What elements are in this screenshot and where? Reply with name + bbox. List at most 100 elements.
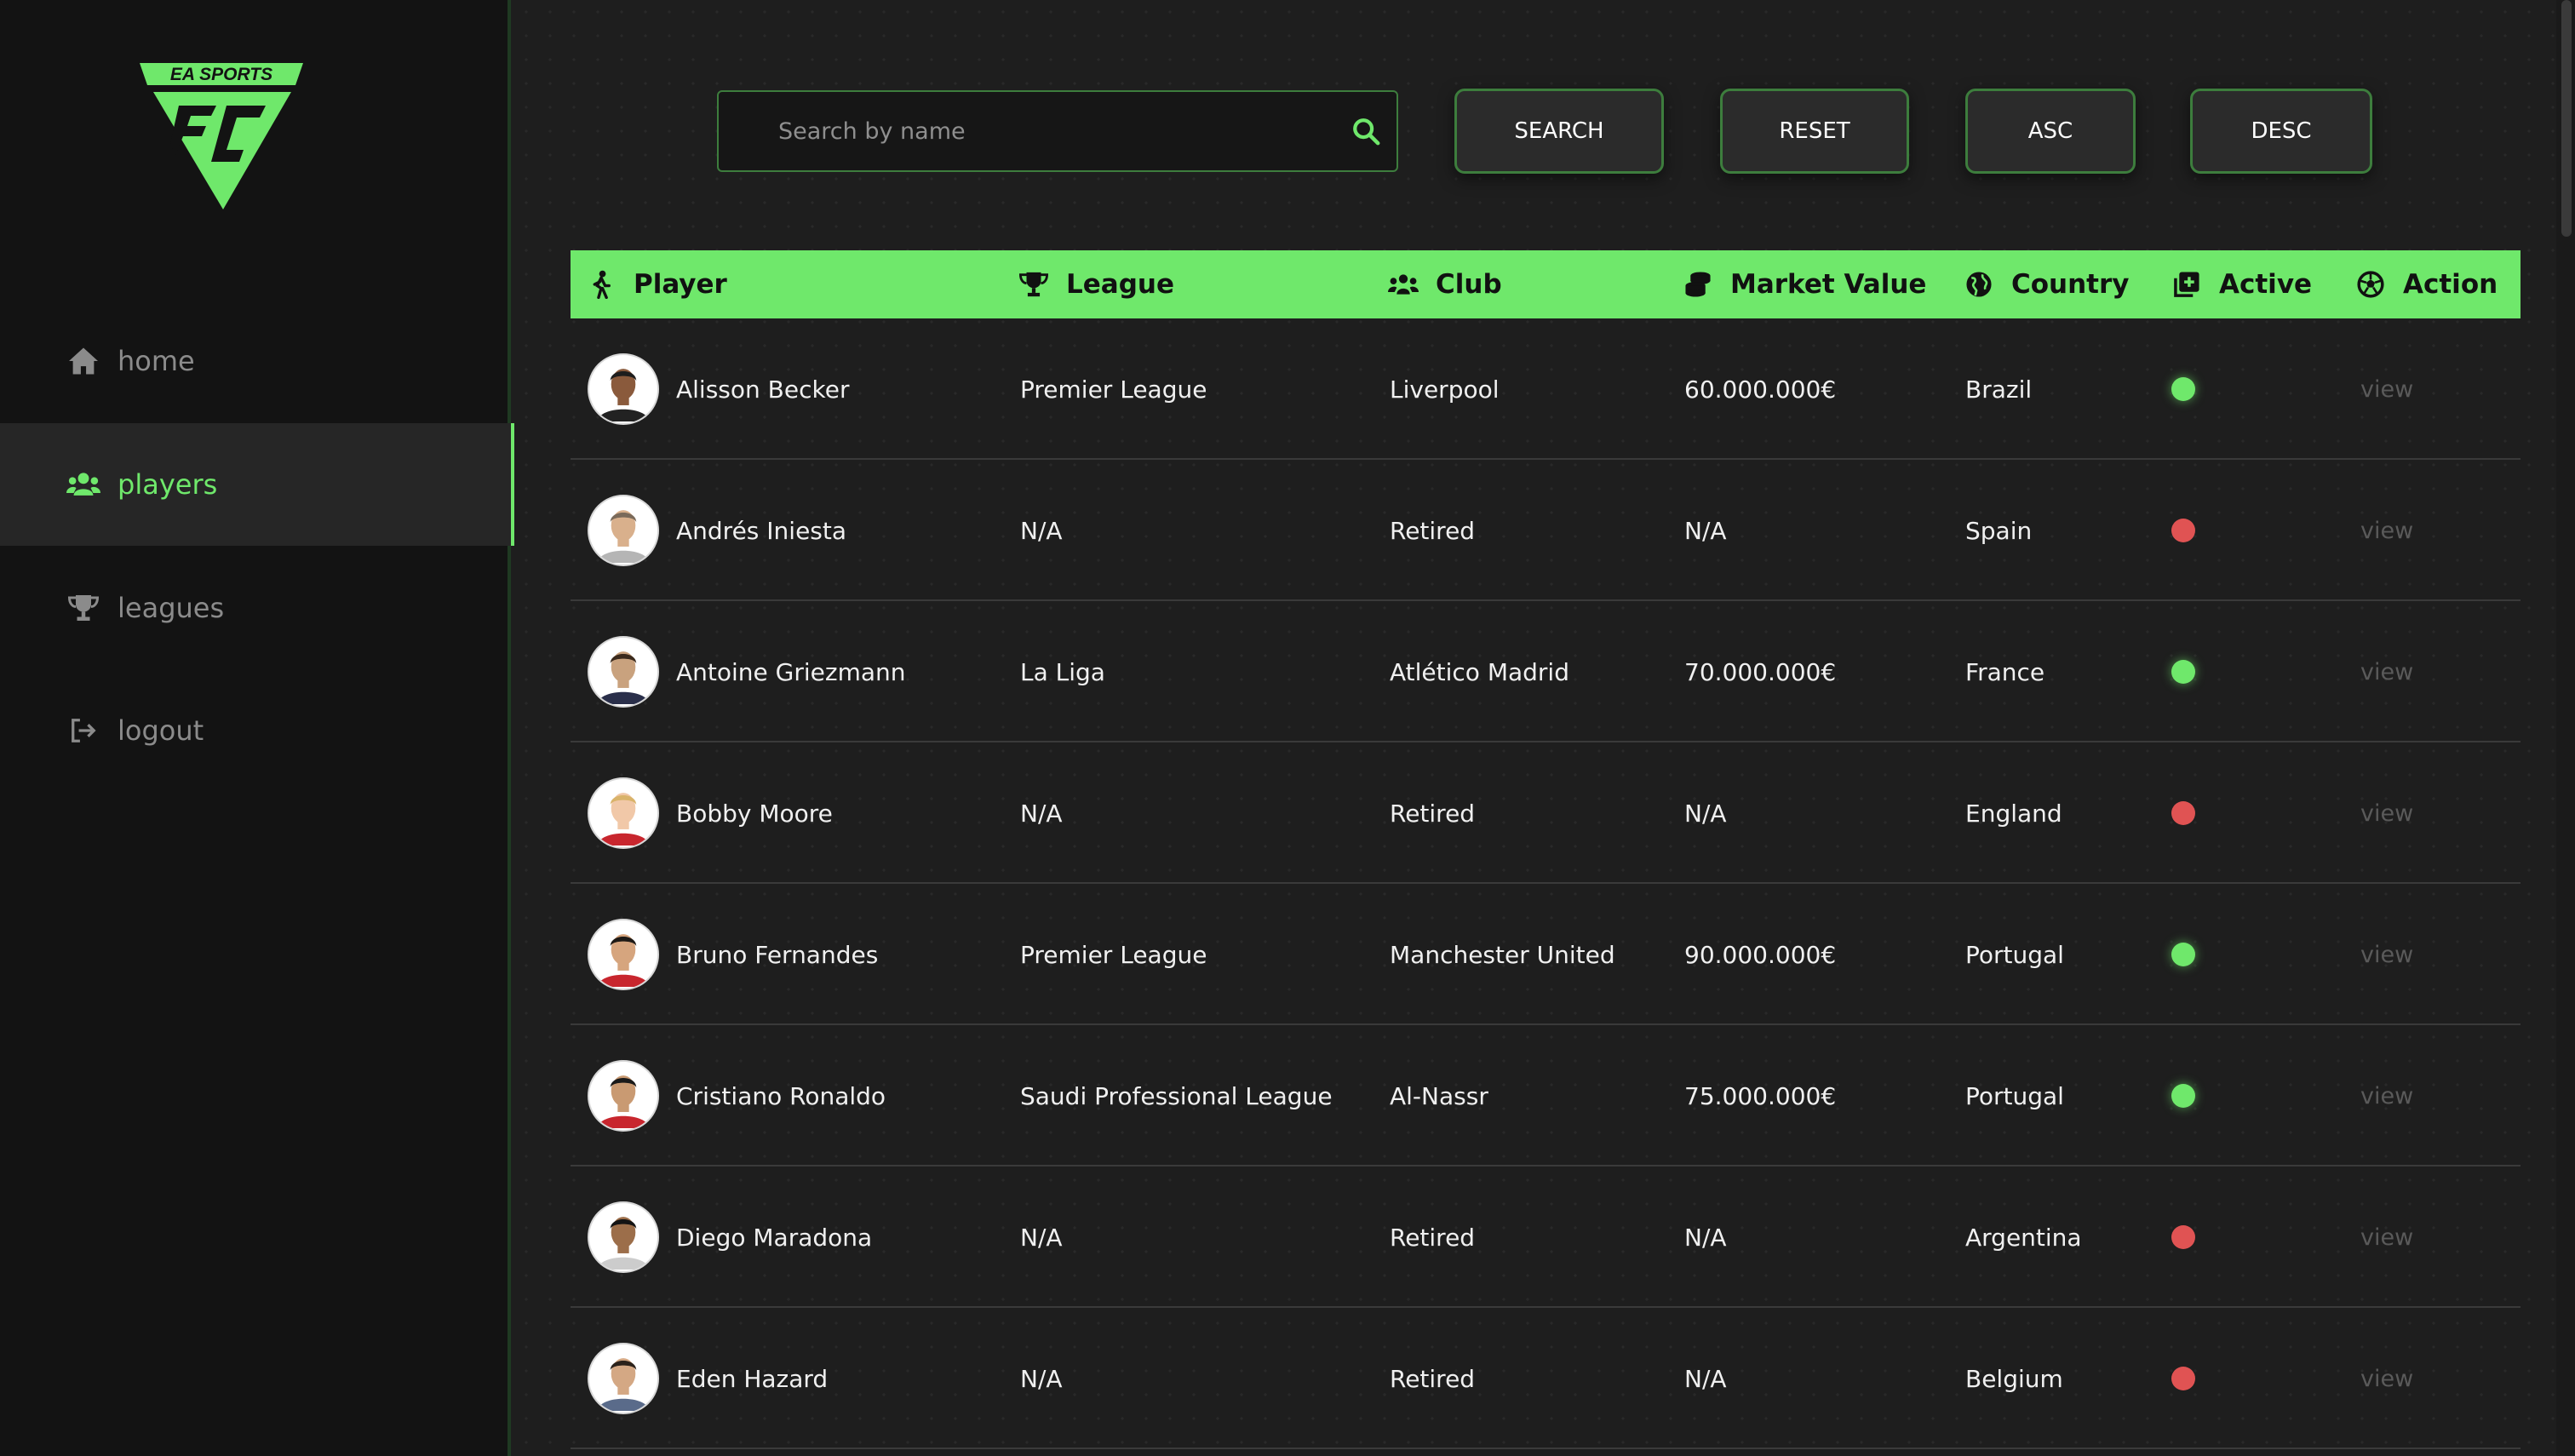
- country-cell: Brazil: [1965, 375, 2033, 404]
- club-cell: Manchester United: [1390, 940, 1615, 969]
- market-value-cell: 60.000.000€: [1684, 375, 1837, 404]
- player-name: Cristiano Ronaldo: [676, 1081, 886, 1110]
- league-cell: Premier League: [1020, 375, 1207, 404]
- player-avatar: [588, 636, 659, 708]
- player-name: Bruno Fernandes: [676, 940, 879, 969]
- people-group-icon: [1388, 269, 1419, 300]
- sidebar-item-label: home: [118, 345, 195, 377]
- player-avatar: [588, 1060, 659, 1132]
- club-cell: Liverpool: [1390, 375, 1500, 404]
- league-cell: N/A: [1020, 1364, 1063, 1393]
- view-link[interactable]: view: [2360, 376, 2413, 403]
- table-row[interactable]: Andrés Iniesta N/A Retired N/A Spain view: [571, 460, 2521, 601]
- view-link[interactable]: view: [2360, 942, 2413, 968]
- league-cell: Premier League: [1020, 940, 1207, 969]
- player-cell: Cristiano Ronaldo: [588, 1025, 886, 1167]
- app: EA SPORTS home players leagues logout Se…: [0, 0, 2575, 1456]
- action-cell: view: [2360, 460, 2413, 601]
- player-name: Bobby Moore: [676, 799, 833, 828]
- player-cell: Bruno Fernandes: [588, 884, 878, 1025]
- player-name: Andrés Iniesta: [676, 516, 847, 545]
- view-link[interactable]: view: [2360, 518, 2413, 544]
- ea-sports-fc-logo[interactable]: EA SPORTS: [138, 61, 305, 213]
- scrollbar[interactable]: [2556, 0, 2575, 1456]
- table-row[interactable]: Eden Hazard N/A Retired N/A Belgium view: [571, 1308, 2521, 1449]
- column-header-club[interactable]: Club: [1388, 250, 1502, 318]
- sidebar-item-home[interactable]: home: [0, 300, 521, 422]
- player-avatar: [588, 919, 659, 990]
- status-indicator: [2171, 1225, 2195, 1249]
- country-cell: France: [1965, 657, 2045, 686]
- status-indicator: [2171, 1084, 2195, 1108]
- view-link[interactable]: view: [2360, 1224, 2413, 1251]
- league-cell: La Liga: [1020, 657, 1105, 686]
- active-cell: [2171, 1308, 2195, 1449]
- player-cell: Antoine Griezmann: [588, 601, 906, 742]
- column-header-league[interactable]: League: [1018, 250, 1174, 318]
- player-name: Diego Maradona: [676, 1223, 873, 1252]
- sidebar-item-leagues[interactable]: leagues: [0, 547, 521, 669]
- view-link[interactable]: view: [2360, 1366, 2413, 1392]
- club-cell: Atlético Madrid: [1390, 657, 1569, 686]
- column-header-market-value[interactable]: Market Value: [1683, 250, 1926, 318]
- home-icon: [66, 344, 100, 378]
- logo-text: EA SPORTS: [170, 65, 272, 84]
- sidebar-item-logout[interactable]: logout: [0, 669, 521, 792]
- status-indicator: [2171, 1367, 2195, 1390]
- column-header-active[interactable]: Active: [2171, 250, 2312, 318]
- player-name: Antoine Griezmann: [676, 657, 906, 686]
- table-row[interactable]: Diego Maradona N/A Retired N/A Argentina view: [571, 1167, 2521, 1308]
- country-cell: England: [1965, 799, 2062, 828]
- active-cell: [2171, 601, 2195, 742]
- club-cell: Retired: [1390, 1223, 1476, 1252]
- sidebar-item-players[interactable]: players: [0, 423, 521, 546]
- action-cell: view: [2360, 884, 2413, 1025]
- view-link[interactable]: view: [2360, 659, 2413, 685]
- sort-desc-button[interactable]: DESC: [2190, 89, 2372, 174]
- coins-icon: [1683, 269, 1713, 300]
- player-name: Eden Hazard: [676, 1364, 829, 1393]
- main-content: SEARCH RESET ASC DESC Player: [514, 0, 2575, 1456]
- table-row[interactable]: Antoine Griezmann La Liga Atlético Madrid 7…: [571, 601, 2521, 742]
- view-link[interactable]: view: [2360, 1083, 2413, 1109]
- logout-icon: [66, 714, 100, 748]
- view-link[interactable]: view: [2360, 800, 2413, 827]
- table-row[interactable]: Alisson Becker Premier League Liverpool 60.…: [571, 318, 2521, 460]
- player-cell: Eden Hazard: [588, 1308, 828, 1449]
- column-header-country[interactable]: Country: [1964, 250, 2130, 318]
- league-cell: Saudi Professional League: [1020, 1081, 1333, 1110]
- search-button[interactable]: SEARCH: [1454, 89, 1664, 174]
- market-value-cell: N/A: [1684, 1364, 1727, 1393]
- club-cell: Retired: [1390, 1364, 1476, 1393]
- player-avatar: [588, 777, 659, 849]
- search-icon[interactable]: [1342, 107, 1390, 155]
- action-cell: view: [2360, 318, 2413, 460]
- active-cell: [2171, 884, 2195, 1025]
- country-cell: Portugal: [1965, 940, 2064, 969]
- table-row[interactable]: Cristiano Ronaldo Saudi Professional Leag…: [571, 1025, 2521, 1167]
- column-header-player[interactable]: Player: [586, 250, 727, 318]
- column-header-action[interactable]: Action: [2355, 250, 2498, 318]
- table-row[interactable]: Bobby Moore N/A Retired N/A England view: [571, 742, 2521, 884]
- player-avatar: [588, 353, 659, 425]
- league-cell: N/A: [1020, 516, 1063, 545]
- globe-icon: [1964, 269, 1994, 300]
- action-cell: view: [2360, 742, 2413, 884]
- market-value-cell: N/A: [1684, 799, 1727, 828]
- trophy-icon: [1018, 269, 1049, 300]
- status-indicator: [2171, 377, 2195, 401]
- club-cell: Retired: [1390, 516, 1476, 545]
- player-cell: Andrés Iniesta: [588, 460, 846, 601]
- country-cell: Portugal: [1965, 1081, 2064, 1110]
- action-cell: view: [2360, 1167, 2413, 1308]
- sidebar-item-label: logout: [118, 714, 204, 747]
- reset-button[interactable]: RESET: [1720, 89, 1909, 174]
- market-value-cell: 75.000.000€: [1684, 1081, 1837, 1110]
- sort-asc-button[interactable]: ASC: [1965, 89, 2136, 174]
- search-input[interactable]: [719, 92, 1342, 170]
- scrollbar-thumb[interactable]: [2561, 0, 2572, 237]
- player-table-body: Alisson Becker Premier League Liverpool 60.…: [571, 318, 2521, 1449]
- player-cell: Bobby Moore: [588, 742, 833, 884]
- table-row[interactable]: Bruno Fernandes Premier League Manchester …: [571, 884, 2521, 1025]
- player-cell: Diego Maradona: [588, 1167, 872, 1308]
